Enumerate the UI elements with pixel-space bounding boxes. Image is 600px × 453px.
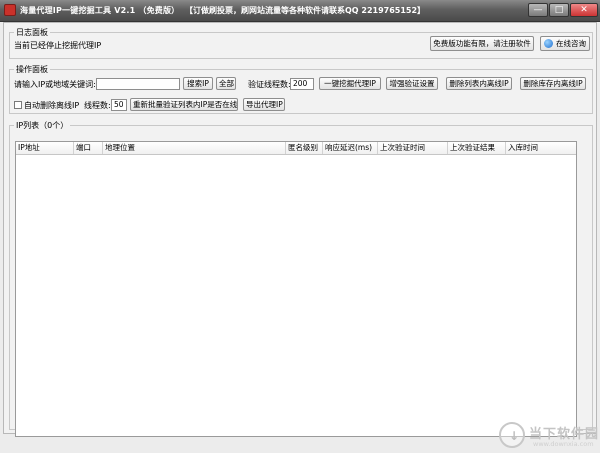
mine-proxy-button[interactable]: 一键挖掘代理IP	[319, 77, 381, 90]
window-title: 海量代理IP一键挖掘工具 V2.1 （免费版）	[20, 6, 180, 15]
ip-search-input[interactable]	[96, 78, 180, 90]
watermark: ↓ 当下软件园 www.downxia.com	[499, 421, 599, 453]
column-header-import-time[interactable]: 入库时间	[506, 142, 576, 154]
globe-icon	[544, 39, 553, 48]
auto-delete-checkbox[interactable]	[14, 101, 22, 109]
ip-search-label: 请输入IP或地域关键词:	[14, 80, 96, 89]
operation-panel-title: 操作面板	[16, 65, 48, 74]
enhance-verify-button[interactable]: 增强验证设置	[386, 77, 438, 90]
watermark-url: www.downxia.com	[533, 440, 594, 448]
reverify-list-button[interactable]: 重新批量验证列表内IP是否在线	[130, 98, 238, 111]
close-button[interactable]: ✕	[570, 3, 598, 17]
online-consult-button[interactable]: 在线咨询	[540, 36, 590, 51]
window-controls: — □ ✕	[528, 3, 598, 17]
export-proxy-button[interactable]: 导出代理IP	[243, 98, 285, 111]
log-message: 当前已经停止挖掘代理IP	[14, 41, 102, 50]
online-consult-label: 在线咨询	[556, 39, 586, 48]
download-arrow-icon: ↓	[509, 429, 520, 443]
watermark-circle: ↓	[499, 422, 525, 448]
operation-panel: 操作面板 请输入IP或地域关键词: 搜索IP 全部 验证线程数: 200 一键挖…	[9, 64, 593, 114]
column-header-last-verify-result[interactable]: 上次验证结果	[448, 142, 506, 154]
column-header-latency[interactable]: 响应延迟(ms)	[323, 142, 378, 154]
all-button[interactable]: 全部	[216, 77, 236, 90]
delete-list-offline-button[interactable]: 删除列表内离线IP	[446, 77, 512, 90]
auto-delete-label: 自动删除离线IP	[24, 101, 80, 110]
ip-list-table[interactable]: IP地址 端口 地理位置 匿名级别 响应延迟(ms) 上次验证时间 上次验证结果…	[15, 141, 577, 437]
verify-threads-input[interactable]: 200	[290, 78, 314, 90]
column-header-anonymity[interactable]: 匿名级别	[286, 142, 323, 154]
thread-count-label: 线程数:	[84, 101, 111, 110]
ip-list-title: IP列表（0个）	[16, 121, 69, 130]
register-button[interactable]: 免费版功能有限，请注册软件	[430, 36, 534, 51]
column-header-ip[interactable]: IP地址	[16, 142, 74, 154]
ip-list-header: IP地址 端口 地理位置 匿名级别 响应延迟(ms) 上次验证时间 上次验证结果…	[16, 142, 576, 155]
search-ip-button[interactable]: 搜索IP	[183, 77, 213, 90]
column-header-last-verify-time[interactable]: 上次验证时间	[378, 142, 448, 154]
maximize-button[interactable]: □	[549, 3, 569, 17]
log-panel-title: 日志面板	[16, 28, 48, 37]
verify-threads-label: 验证线程数:	[248, 80, 291, 89]
log-panel: 日志面板 当前已经停止挖掘代理IP 免费版功能有限，请注册软件 在线咨询	[9, 27, 593, 59]
title-bar: 海量代理IP一键挖掘工具 V2.1 （免费版） 【订做刷投票，刷网站流量等各种软…	[0, 0, 600, 22]
minimize-button[interactable]: —	[528, 3, 548, 17]
column-header-port[interactable]: 端口	[74, 142, 103, 154]
column-header-location[interactable]: 地理位置	[103, 142, 286, 154]
promo-text: 【订做刷投票，刷网站流量等各种软件请联系QQ 2219765152】	[185, 6, 426, 15]
delete-db-offline-button[interactable]: 删除库存内离线IP	[520, 77, 586, 90]
ip-list-panel: IP列表（0个） IP地址 端口 地理位置 匿名级别 响应延迟(ms) 上次验证…	[9, 120, 593, 437]
app-icon	[4, 4, 16, 16]
thread-count-input[interactable]: 50	[111, 99, 127, 111]
main-client-area: 日志面板 当前已经停止挖掘代理IP 免费版功能有限，请注册软件 在线咨询 操作面…	[3, 22, 598, 448]
